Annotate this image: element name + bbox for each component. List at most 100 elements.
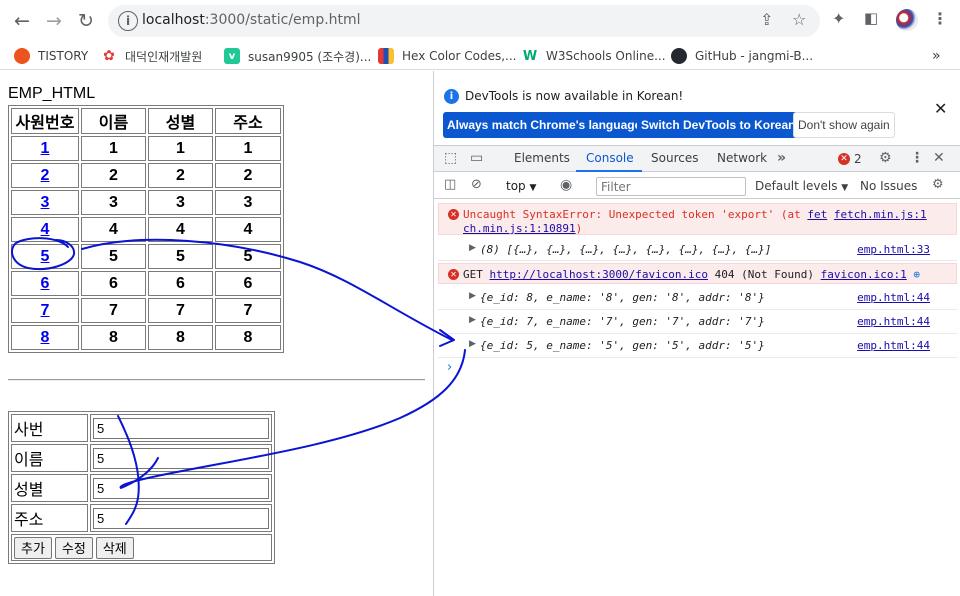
profile-avatar-icon[interactable] — [896, 9, 918, 31]
error-url-link[interactable]: http://localhost:3000/favicon.ico — [490, 268, 709, 281]
address-field[interactable] — [93, 507, 269, 529]
emp-id-link[interactable]: 4 — [41, 221, 50, 238]
emp-id-field[interactable] — [93, 417, 269, 439]
gender-field[interactable] — [93, 477, 269, 499]
url-text[interactable]: localhost:3000/static/emp.html — [142, 12, 361, 28]
employee-form: 사번이름성별주소 추가수정삭제 — [8, 411, 275, 564]
log-object-text: {e_id: 7, e_name: '7', gen: '7', addr: '… — [480, 315, 765, 328]
console-log-array[interactable]: ▶ (8) [{…}, {…}, {…}, {…}, {…}, {…}, {…}… — [438, 239, 957, 261]
form-input-cell — [90, 504, 272, 532]
site-info-icon[interactable]: i — [118, 11, 138, 31]
name-cell: 2 — [81, 163, 146, 188]
issues-counter[interactable]: No Issues — [860, 179, 917, 193]
error-source-link[interactable]: ch.min.js:1:10891 — [463, 222, 576, 235]
expand-triangle-icon[interactable]: ▶ — [469, 243, 476, 253]
expand-triangle-icon[interactable]: ▶ — [469, 315, 476, 325]
address-cell: 6 — [215, 271, 281, 296]
forward-arrow-icon[interactable]: → — [40, 8, 68, 34]
device-toolbar-icon[interactable]: ▭ — [470, 150, 483, 166]
ddit-icon: ✿ — [103, 48, 115, 64]
context-selector[interactable]: top ▼ — [506, 179, 536, 193]
settings-gear-icon[interactable]: ⚙ — [879, 150, 892, 166]
bookmark-hexcolor[interactable]: Hex Color Codes,... — [378, 47, 517, 65]
more-tabs-chevron-icon[interactable]: » — [777, 150, 786, 166]
bookmarks-overflow-icon[interactable]: » — [932, 47, 941, 65]
log-object-text: {e_id: 5, e_name: '5', gen: '5', addr: '… — [480, 339, 765, 352]
emp-id-link[interactable]: 2 — [41, 167, 50, 184]
form-label: 사번 — [11, 414, 88, 442]
name-cell: 8 — [81, 325, 146, 350]
back-arrow-icon[interactable]: ← — [8, 8, 36, 34]
active-tab-indicator — [576, 170, 642, 172]
infobar-close-icon[interactable]: ✕ — [934, 99, 947, 118]
emp-id-link[interactable]: 1 — [41, 140, 50, 157]
table-row: 3333 — [11, 190, 281, 215]
console-log-object[interactable]: ▶ {e_id: 7, e_name: '7', gen: '7', addr: … — [438, 311, 957, 334]
http-method: GET — [463, 268, 483, 281]
always-match-language-button[interactable]: Always match Chrome's language — [443, 112, 646, 138]
sidebar-toggle-icon[interactable]: ◫ — [444, 177, 456, 192]
expand-triangle-icon[interactable]: ▶ — [469, 291, 476, 301]
error-source-link[interactable]: favicon.ico:1 — [821, 268, 907, 281]
log-source-link[interactable]: emp.html:33 — [857, 243, 930, 256]
devtools-menu-kebab-icon[interactable]: ⋮ — [910, 150, 924, 166]
clear-console-icon[interactable]: ⊘ — [471, 177, 482, 192]
expand-triangle-icon[interactable]: ▶ — [469, 339, 476, 349]
bookmark-w3schools[interactable]: W W3Schools Online... — [522, 47, 666, 65]
devtools-close-icon[interactable]: ✕ — [933, 150, 945, 166]
tab-console[interactable]: Console — [586, 151, 634, 165]
delete-button[interactable]: 삭제 — [95, 536, 134, 559]
tab-network[interactable]: Network — [717, 151, 767, 165]
reload-icon[interactable]: ↻ — [72, 8, 100, 34]
log-source-link[interactable]: emp.html:44 — [857, 315, 930, 328]
table-row: 2222 — [11, 163, 281, 188]
table-row: 8888 — [11, 325, 281, 350]
log-source-link[interactable]: emp.html:44 — [857, 339, 930, 352]
github-icon — [671, 48, 687, 64]
table-header-row: 사원번호 이름 성별 주소 — [11, 108, 281, 134]
address-cell: 1 — [215, 136, 281, 161]
header-emp-id: 사원번호 — [11, 108, 79, 134]
emp-id-link[interactable]: 7 — [41, 302, 50, 319]
console-log-object[interactable]: ▶ {e_id: 5, e_name: '5', gen: '5', addr: … — [438, 335, 957, 358]
switch-to-korean-button[interactable]: Switch DevTools to Korean — [637, 112, 800, 138]
extensions-puzzle-icon[interactable]: ✦ — [832, 9, 845, 28]
side-panel-icon[interactable]: ◧ — [864, 9, 878, 27]
bookmark-tistory[interactable]: TISTORY — [14, 47, 88, 65]
emp-id-cell: 4 — [11, 217, 79, 242]
console-filter-input[interactable] — [596, 177, 746, 196]
inspect-element-icon[interactable]: ⬚ — [444, 150, 457, 166]
share-icon[interactable]: ⇪ — [760, 10, 773, 29]
emp-id-link[interactable]: 8 — [41, 329, 50, 346]
edit-button[interactable]: 수정 — [54, 536, 93, 559]
emp-id-link[interactable]: 3 — [41, 194, 50, 211]
log-object-text: {e_id: 8, e_name: '8', gen: '8', addr: '… — [480, 291, 765, 304]
http-status: 404 (Not Found) — [714, 268, 815, 281]
emp-id-link[interactable]: 5 — [41, 248, 50, 265]
infobar-message: DevTools is now available in Korean! — [465, 89, 684, 103]
emp-id-link[interactable]: 6 — [41, 275, 50, 292]
url-path: :3000/static/emp.html — [204, 12, 361, 28]
dont-show-again-button[interactable]: Don't show again — [793, 112, 895, 138]
console-prompt-icon[interactable]: › — [447, 360, 452, 375]
bookmark-star-icon[interactable]: ☆ — [792, 10, 806, 29]
error-source-link[interactable]: fetch.min.js:1 — [834, 208, 927, 221]
bookmark-velog[interactable]: v susan9905 (조수경)... — [224, 47, 371, 65]
console-log-object[interactable]: ▶ {e_id: 8, e_name: '8', gen: '8', addr: … — [438, 287, 957, 310]
address-bar[interactable]: i localhost:3000/static/emp.html ⇪ ☆ — [108, 5, 820, 37]
form-button-cell: 추가 수정 삭제 — [11, 534, 272, 561]
live-expression-eye-icon[interactable]: ◉ — [560, 177, 572, 193]
bookmark-ddit[interactable]: ✿ 대덕인재개발원 — [101, 47, 202, 65]
network-panel-icon[interactable]: ⊕ — [913, 268, 920, 281]
menu-kebab-icon[interactable]: ⋮ — [932, 9, 948, 28]
error-source-link[interactable]: fet — [807, 208, 827, 221]
error-count-badge[interactable]: ✕ 2 — [838, 152, 862, 166]
name-field[interactable] — [93, 447, 269, 469]
bookmark-github[interactable]: GitHub - jangmi-B... — [671, 47, 813, 65]
log-levels-dropdown[interactable]: Default levels ▼ — [755, 179, 848, 193]
tab-sources[interactable]: Sources — [651, 151, 698, 165]
console-settings-gear-icon[interactable]: ⚙ — [932, 177, 944, 192]
log-source-link[interactable]: emp.html:44 — [857, 291, 930, 304]
tab-elements[interactable]: Elements — [514, 151, 570, 165]
add-button[interactable]: 추가 — [14, 536, 52, 559]
